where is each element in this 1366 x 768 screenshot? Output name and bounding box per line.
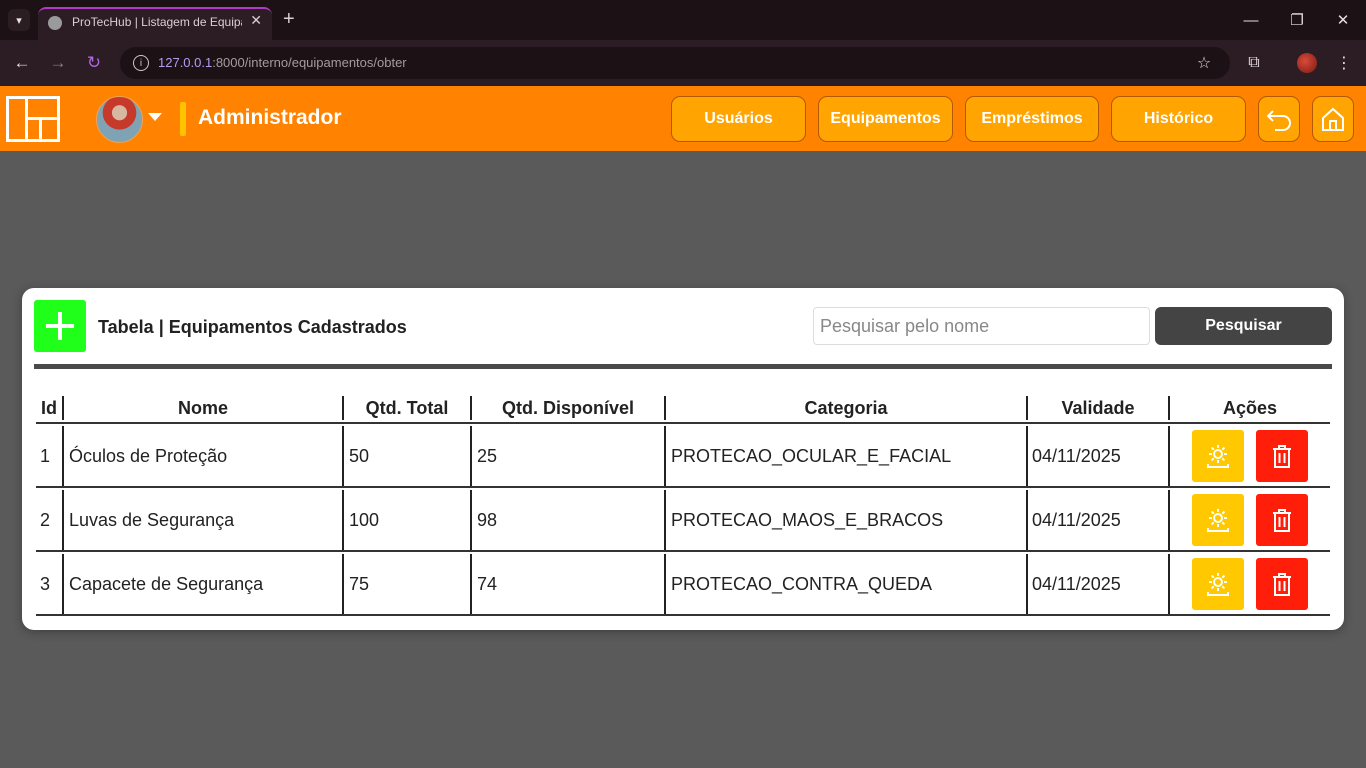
search-input[interactable] bbox=[813, 307, 1150, 345]
app-logo[interactable] bbox=[6, 96, 60, 142]
tab-title: ProTecHub | Listagem de Equipamentos bbox=[72, 15, 242, 29]
table-row: 2 Luvas de Segurança 100 98 PROTECAO_MAO… bbox=[36, 488, 1330, 552]
globe-icon bbox=[48, 16, 62, 30]
url-bar[interactable]: i 127.0.0.1:8000/interno/equipamentos/ob… bbox=[120, 47, 1230, 79]
cell-total: 50 bbox=[349, 445, 370, 466]
cell-categoria: PROTECAO_OCULAR_E_FACIAL bbox=[671, 445, 952, 466]
minimize-button[interactable]: — bbox=[1236, 8, 1266, 32]
col-header-total: Qtd. Total bbox=[365, 397, 449, 418]
cell-categoria: PROTECAO_MAOS_E_BRACOS bbox=[671, 509, 944, 530]
trash-icon bbox=[1273, 509, 1291, 532]
cell-disponivel: 98 bbox=[477, 509, 498, 530]
extensions-icon[interactable]: ⧉ bbox=[1243, 52, 1265, 74]
cell-total: 75 bbox=[349, 573, 370, 594]
cell-nome: Capacete de Segurança bbox=[69, 573, 264, 594]
gear-icon bbox=[1207, 509, 1229, 532]
reload-button[interactable]: ↻ bbox=[82, 51, 106, 75]
url-path: :8000/interno/equipamentos/obter bbox=[212, 55, 407, 70]
col-header-disponivel: Qtd. Disponível bbox=[501, 397, 634, 418]
forward-button[interactable]: → bbox=[46, 51, 70, 75]
home-nav-button[interactable] bbox=[1312, 96, 1354, 142]
table-row: 3 Capacete de Segurança 75 74 PROTECAO_C… bbox=[36, 552, 1330, 616]
cell-categoria: PROTECAO_CONTRA_QUEDA bbox=[671, 573, 933, 594]
cell-id: 3 bbox=[40, 573, 51, 594]
delete-button[interactable] bbox=[1256, 558, 1308, 610]
site-info-icon[interactable]: i bbox=[133, 55, 149, 71]
chevron-down-icon[interactable] bbox=[148, 113, 162, 121]
cell-total: 100 bbox=[349, 509, 380, 530]
gear-icon bbox=[1207, 445, 1229, 468]
trash-icon bbox=[1273, 445, 1291, 468]
cell-validade: 04/11/2025 bbox=[1032, 509, 1121, 530]
edit-button[interactable] bbox=[1192, 494, 1244, 546]
nav-historico-button[interactable]: Histórico bbox=[1111, 96, 1246, 142]
cell-disponivel: 74 bbox=[477, 573, 498, 594]
cell-id: 1 bbox=[40, 445, 51, 466]
browser-tab[interactable]: ProTecHub | Listagem de Equipamentos ✕ bbox=[38, 7, 272, 40]
nav-emprestimos-button[interactable]: Empréstimos bbox=[965, 96, 1099, 142]
user-avatar[interactable] bbox=[96, 96, 143, 143]
nav-equipamentos-button[interactable]: Equipamentos bbox=[818, 96, 953, 142]
cell-nome: Óculos de Proteção bbox=[69, 445, 228, 466]
col-header-categoria: Categoria bbox=[804, 397, 888, 418]
divider bbox=[34, 364, 1332, 369]
add-equipment-button[interactable] bbox=[34, 300, 86, 352]
bookmark-star-icon[interactable]: ☆ bbox=[1193, 52, 1215, 74]
back-nav-button[interactable] bbox=[1258, 96, 1300, 142]
cell-id: 2 bbox=[40, 509, 51, 530]
cell-validade: 04/11/2025 bbox=[1032, 445, 1121, 466]
edit-button[interactable] bbox=[1192, 558, 1244, 610]
nav-usuarios-button[interactable]: Usuários bbox=[671, 96, 806, 142]
header-separator bbox=[180, 102, 186, 136]
url-text: 127.0.0.1:8000/interno/equipamentos/obte… bbox=[158, 55, 407, 70]
col-header-nome: Nome bbox=[177, 397, 228, 418]
gear-icon bbox=[1207, 573, 1229, 596]
new-tab-button[interactable]: + bbox=[283, 8, 295, 31]
search-button[interactable]: Pesquisar bbox=[1155, 307, 1332, 345]
trash-icon bbox=[1273, 573, 1291, 596]
close-tab-icon[interactable]: ✕ bbox=[250, 12, 262, 29]
profile-avatar[interactable] bbox=[1297, 53, 1317, 73]
delete-button[interactable] bbox=[1256, 430, 1308, 482]
back-button[interactable]: ← bbox=[10, 51, 34, 75]
url-host: 127.0.0.1 bbox=[158, 55, 213, 70]
cell-validade: 04/11/2025 bbox=[1032, 573, 1121, 594]
undo-icon bbox=[1266, 110, 1291, 131]
home-icon bbox=[1322, 107, 1344, 131]
col-header-validade: Validade bbox=[1061, 397, 1135, 418]
col-header-acoes: Ações bbox=[1222, 397, 1278, 418]
tab-search-button[interactable]: ▾ bbox=[8, 9, 30, 31]
card-title: Tabela | Equipamentos Cadastrados bbox=[98, 317, 407, 337]
delete-button[interactable] bbox=[1256, 494, 1308, 546]
table-row: 1 Óculos de Proteção 50 25 PROTECAO_OCUL… bbox=[36, 424, 1330, 488]
edit-button[interactable] bbox=[1192, 430, 1244, 482]
col-header-id: Id bbox=[41, 397, 57, 418]
app-header: Administrador Usuários Equipamentos Empr… bbox=[0, 86, 1366, 151]
browser-menu-icon[interactable]: ⋮ bbox=[1333, 52, 1355, 74]
browser-tab-bar: ▾ ProTecHub | Listagem de Equipamentos ✕… bbox=[0, 0, 1366, 40]
restore-button[interactable]: ❐ bbox=[1282, 8, 1312, 32]
cell-disponivel: 25 bbox=[477, 445, 498, 466]
close-window-button[interactable]: ✕ bbox=[1328, 8, 1358, 32]
cell-nome: Luvas de Segurança bbox=[69, 509, 235, 530]
equipment-table-card: Tabela | Equipamentos Cadastrados Pesqui… bbox=[22, 288, 1344, 630]
user-role: Administrador bbox=[198, 106, 342, 129]
address-bar-row: ← → ↻ i 127.0.0.1:8000/interno/equipamen… bbox=[0, 40, 1366, 86]
